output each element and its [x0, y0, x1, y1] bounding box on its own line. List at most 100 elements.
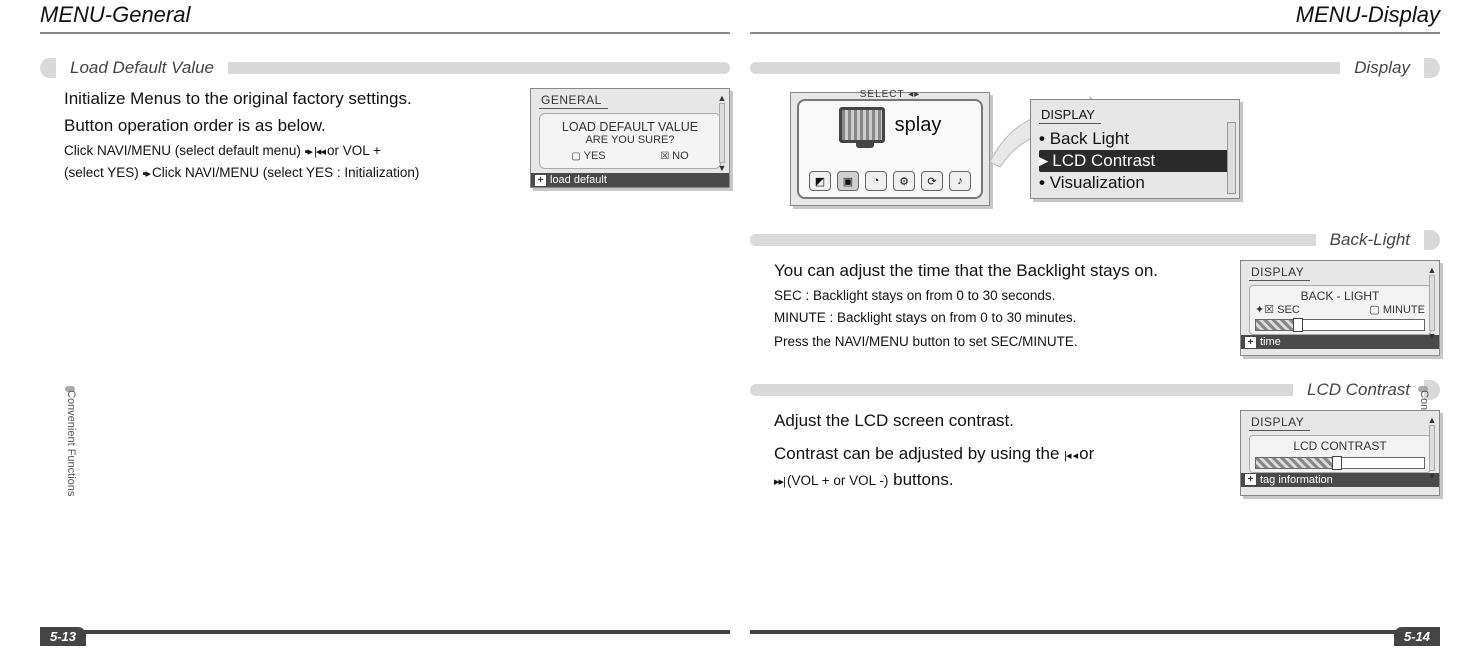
right-page: MENU-Display Convenient Functions Displa…: [750, 0, 1440, 652]
page-bar: [750, 630, 1440, 634]
list-item-selected: LCD Contrast: [1039, 150, 1231, 172]
heading-label: LCD Contrast: [1303, 380, 1414, 400]
lcd-yes: YES: [571, 150, 605, 162]
side-tab-left-label: Convenient Functions: [65, 390, 77, 496]
scrollbar: ▲▼: [1427, 265, 1437, 341]
heading-cap: [1424, 230, 1440, 250]
display-list-card: DISPLAY Back Light LCD Contrast Visualiz…: [1030, 99, 1240, 199]
mini-icon-display: ▣: [837, 171, 859, 191]
lcd-footer-text: time: [1260, 336, 1281, 348]
ld-line4: (select YES) ▪▸ Click NAVI/MENU (select …: [64, 164, 514, 182]
lcd-tab: DISPLAY: [1039, 107, 1101, 124]
heading-label: Load Default Value: [66, 58, 218, 78]
page-number-left: 5-13: [40, 627, 86, 646]
next-icon: ▸▸|: [774, 476, 787, 488]
lcd-inner: LOAD DEFAULT VALUE ARE YOU SURE? YES NO: [539, 113, 721, 169]
lcd-slider: BACK - LIGHT ✦☒ SEC ▢ MINUTE: [1249, 285, 1431, 335]
lcd-backlight: ▲▼ DISPLAY BACK - LIGHT ✦☒ SEC ▢ MINUTE …: [1240, 260, 1440, 356]
heading-bar: [228, 62, 730, 74]
lcd-big: LOAD DEFAULT VALUE: [544, 120, 716, 134]
ct-l3: ▸▸| (VOL + or VOL -) buttons.: [774, 469, 1224, 492]
slider-track: [1255, 457, 1425, 469]
card-label: splay: [895, 114, 942, 137]
section-display: Display SELECT ◂▸ splay ◩ ▣ ◔ ⚙ ⟳: [750, 58, 1440, 206]
mini-icon: ♪: [949, 171, 971, 191]
lcd-footer: + time: [1241, 335, 1439, 349]
slider-thumb: [1332, 456, 1342, 470]
lcd-footer: + load default: [531, 173, 729, 187]
page-bar: [40, 630, 730, 634]
slider-fill: [1256, 320, 1293, 330]
section-heading-load-default: Load Default Value: [40, 58, 730, 78]
ld-l3b: or VOL +: [327, 143, 381, 158]
ct-l2a: Contrast can be adjusted by using the: [774, 444, 1059, 463]
display-icon-card: SELECT ◂▸ splay ◩ ▣ ◔ ⚙ ⟳ ♪: [790, 92, 990, 206]
opt-minute: ▢ MINUTE: [1369, 303, 1425, 316]
lcd-load-default: ▲▼ GENERAL LOAD DEFAULT VALUE ARE YOU SU…: [530, 88, 730, 188]
lcd-tab: DISPLAY: [1249, 265, 1310, 281]
page-title-left: MENU-General: [40, 0, 730, 34]
ld-line3: Click NAVI/MENU (select default menu) ▪▸…: [64, 142, 514, 160]
select-label: SELECT ◂▸: [860, 89, 921, 100]
contrast-text: Adjust the LCD screen contrast. Contrast…: [774, 410, 1224, 497]
heading-bar: [750, 384, 1293, 396]
heading-label: Display: [1350, 58, 1414, 78]
list-item: Visualization: [1039, 172, 1231, 194]
lcd-tab: GENERAL: [539, 93, 608, 109]
ld-l3a: Click NAVI/MENU (select default menu): [64, 143, 301, 158]
section-heading-contrast: LCD Contrast: [750, 380, 1440, 400]
side-tab-left: Convenient Functions: [63, 390, 81, 530]
slider-thumb: [1293, 318, 1303, 332]
lcd-no: NO: [660, 150, 688, 162]
section-backlight: Back-Light You can adjust the time that …: [750, 230, 1440, 356]
heading-label: Back-Light: [1326, 230, 1414, 250]
lcd-title: LCD CONTRAST: [1255, 439, 1425, 453]
plus-icon: +: [1245, 474, 1256, 485]
bl-l1: You can adjust the time that the Backlig…: [774, 260, 1224, 283]
section-heading-display: Display: [750, 58, 1440, 78]
arrow-icon: ▪▸ |◂◂: [305, 146, 327, 158]
mini-icon: ⟳: [921, 171, 943, 191]
ld-line1: Initialize Menus to the original factory…: [64, 88, 514, 111]
bl-l4: Press the NAVI/MENU button to set SEC/MI…: [774, 333, 1224, 351]
ct-l2b: or: [1079, 444, 1094, 463]
lcd-sub: ARE YOU SURE?: [544, 134, 716, 146]
page-number-right: 5-14: [1394, 627, 1440, 646]
display-twin: SELECT ◂▸ splay ◩ ▣ ◔ ⚙ ⟳ ♪: [750, 92, 1440, 206]
iconbox: splay ◩ ▣ ◔ ⚙ ⟳ ♪: [797, 99, 983, 199]
load-default-text: Initialize Menus to the original factory…: [64, 88, 514, 188]
heading-cap: [1424, 58, 1440, 78]
scrollbar: ▲▼: [717, 93, 727, 173]
sec-minute-row: ✦☒ SEC ▢ MINUTE: [1255, 303, 1425, 316]
ct-l3a: (VOL + or VOL -): [787, 473, 888, 488]
ld-l4b: Click NAVI/MENU (select YES : Initializa…: [152, 165, 419, 180]
bl-l3: MINUTE : Backlight stays on from 0 to 30…: [774, 309, 1224, 327]
lcd-contrast: ▲▼ DISPLAY LCD CONTRAST + tag informatio…: [1240, 410, 1440, 497]
ct-l2: Contrast can be adjusted by using the |◂…: [774, 443, 1224, 466]
section-heading-backlight: Back-Light: [750, 230, 1440, 250]
section-load-default: Load Default Value Initialize Menus to t…: [40, 58, 730, 188]
lcd-yesno: YES NO: [544, 150, 716, 162]
ld-l4a: (select YES): [64, 165, 139, 180]
icon-row: ◩ ▣ ◔ ⚙ ⟳ ♪: [805, 171, 975, 191]
heading-bar: [750, 234, 1316, 246]
lcd-slider: LCD CONTRAST: [1249, 435, 1431, 473]
mini-icon: ◩: [809, 171, 831, 191]
scrollbar: [1227, 122, 1236, 194]
ld-line2: Button operation order is as below.: [64, 115, 514, 138]
ct-l3b: buttons.: [893, 470, 954, 489]
footer-right: 5-14: [750, 630, 1440, 652]
heading-bar: [750, 62, 1340, 74]
mini-icon: ⚙: [893, 171, 915, 191]
heading-cap: [40, 58, 56, 78]
left-page: MENU-General Convenient Functions Load D…: [40, 0, 730, 652]
footer-left: 5-13: [40, 630, 730, 652]
bl-l2: SEC : Backlight stays on from 0 to 30 se…: [774, 287, 1224, 305]
opt-sec: ✦☒ SEC: [1255, 303, 1300, 316]
list-item: Back Light: [1039, 128, 1231, 150]
lcd-tab: DISPLAY: [1249, 415, 1310, 431]
slider-fill: [1256, 458, 1332, 468]
ct-l1: Adjust the LCD screen contrast.: [774, 410, 1224, 433]
lcd-title: BACK - LIGHT: [1255, 289, 1425, 303]
scrollbar: ▲▼: [1427, 415, 1437, 482]
